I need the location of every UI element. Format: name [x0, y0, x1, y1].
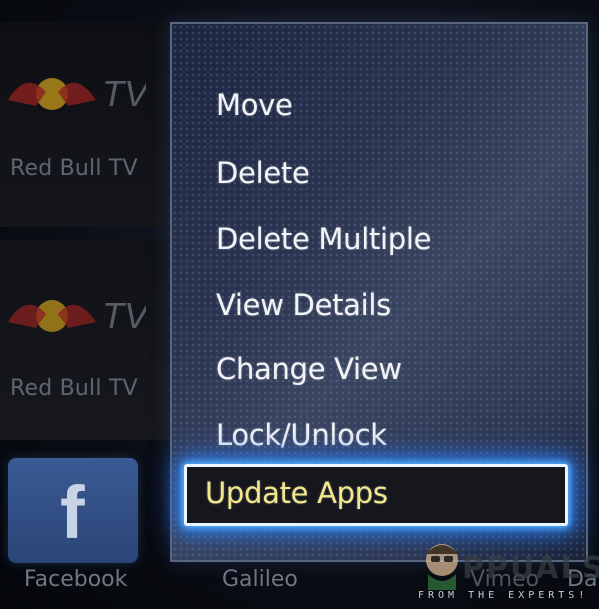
- menu-item-view-details[interactable]: View Details: [216, 288, 391, 322]
- app-label-facebook: Facebook: [24, 567, 128, 592]
- watermark-tagline: FROM THE EXPERTS!: [418, 590, 589, 601]
- svg-text:TV: TV: [102, 73, 146, 114]
- app-tile-label: Red Bull TV: [10, 156, 138, 181]
- menu-item-delete[interactable]: Delete: [216, 156, 310, 190]
- menu-item-lock-unlock[interactable]: Lock/Unlock: [216, 418, 387, 452]
- facebook-f-icon: f: [60, 471, 85, 554]
- app-label-galileo: Galileo: [222, 567, 298, 592]
- app-tile-red-bull-tv[interactable]: TV Red Bull TV: [0, 22, 170, 227]
- svg-text:PPUALS: PPUALS: [462, 551, 599, 586]
- menu-item-label: Update Apps: [205, 476, 388, 510]
- appuals-mascot-icon: PPUALS: [426, 544, 599, 590]
- context-menu: Move Delete Delete Multiple View Details…: [170, 22, 588, 562]
- app-tile-facebook[interactable]: f: [8, 458, 138, 563]
- red-bull-tv-logo-icon: TV: [8, 73, 146, 114]
- watermark: PPUALS FROM THE EXPERTS!: [418, 524, 599, 609]
- menu-item-change-view[interactable]: Change View: [216, 352, 402, 386]
- svg-text:TV: TV: [102, 295, 146, 336]
- menu-item-delete-multiple[interactable]: Delete Multiple: [216, 222, 432, 256]
- menu-item-move[interactable]: Move: [216, 88, 293, 122]
- tv-screen: TV Red Bull TV TV Red Bull TV f Facebook…: [0, 0, 599, 609]
- menu-item-update-apps[interactable]: Update Apps: [184, 464, 568, 526]
- app-tile-label: Red Bull TV: [10, 376, 138, 401]
- app-tile-red-bull-tv[interactable]: TV Red Bull TV: [0, 240, 170, 440]
- red-bull-tv-logo-icon: TV: [8, 295, 146, 336]
